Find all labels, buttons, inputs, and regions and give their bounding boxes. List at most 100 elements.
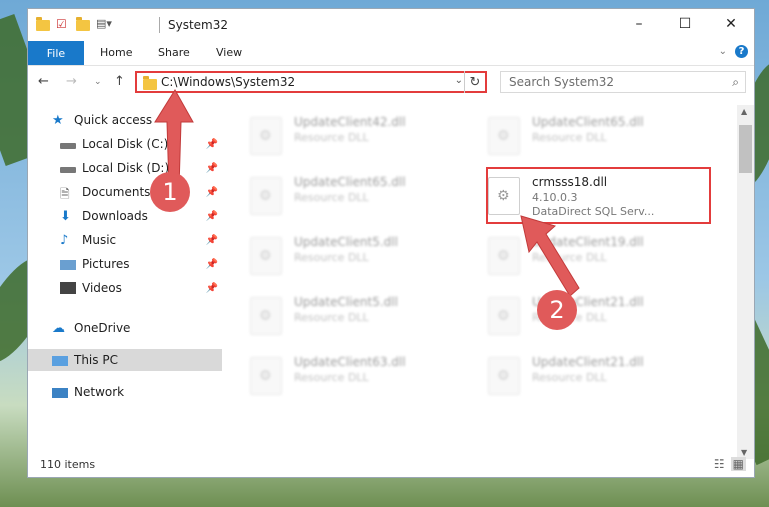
pin-icon: 📌 [205, 258, 218, 270]
address-path[interactable]: C:\Windows\System32 [161, 75, 295, 89]
file-name: UpdateClient65.dll [294, 175, 406, 189]
pin-icon: 📌 [205, 186, 218, 198]
file-type: Resource DLL [294, 371, 369, 384]
file-name: UpdateClient5.dll [294, 295, 398, 309]
file-type: Resource DLL [294, 191, 369, 204]
dll-file-icon [250, 297, 282, 335]
sidebar-item-network[interactable]: Network [28, 381, 222, 403]
window-controls: – ☐ ✕ [616, 9, 754, 39]
minimize-button[interactable]: – [616, 9, 662, 39]
file-item[interactable]: UpdateClient65.dll Resource DLL [488, 111, 708, 159]
pin-icon: 📌 [205, 282, 218, 294]
file-item[interactable]: UpdateClient65.dll Resource DLL [250, 171, 470, 219]
dll-file-icon [488, 117, 520, 155]
navigation-bar: ← → ⌄ ↑ C:\Windows\System32 ⌄ ↻ Search S… [28, 67, 754, 97]
drive-icon [60, 167, 76, 173]
sidebar-item-label: Quick access [74, 113, 153, 127]
sidebar-item-label: Videos [82, 281, 122, 295]
status-bar: 110 items ☷ ▦ [28, 453, 754, 477]
computer-icon [52, 355, 68, 366]
dll-file-icon [250, 117, 282, 155]
expand-ribbon-icon[interactable]: ⌄ [719, 46, 727, 57]
file-item[interactable]: UpdateClient63.dll Resource DLL [250, 351, 470, 399]
sidebar-item-music[interactable]: ♪ Music 📌 [28, 229, 222, 251]
explorer-window: ☑ ▤▾ System32 – ☐ ✕ File Home Share View… [27, 8, 755, 478]
dll-file-icon [488, 297, 520, 335]
music-icon: ♪ [60, 233, 69, 248]
chevron-down-icon[interactable]: ⌄ [455, 75, 463, 86]
properties-icon[interactable]: ☑ [56, 17, 70, 31]
pin-icon: 📌 [205, 162, 218, 174]
new-folder-icon[interactable] [76, 16, 90, 31]
document-icon: 🗎 [60, 187, 70, 201]
maximize-button[interactable]: ☐ [662, 9, 708, 39]
file-item[interactable]: UpdateClient5.dll Resource DLL [250, 291, 470, 339]
details-view-icon[interactable]: ☷ [714, 457, 725, 471]
scrollbar-thumb[interactable] [739, 125, 752, 173]
large-icons-view-icon[interactable]: ▦ [730, 457, 746, 471]
file-name: UpdateClient63.dll [294, 355, 406, 369]
sidebar-item-label: Pictures [82, 257, 130, 271]
drive-icon [60, 143, 76, 149]
file-item[interactable]: UpdateClient21.dll Resource DLL [488, 351, 708, 399]
quick-access-toolbar: ☑ ▤▾ [36, 16, 112, 31]
item-count: 110 items [40, 458, 96, 471]
forward-arrow-icon[interactable]: → [66, 74, 77, 89]
file-type: Resource DLL [532, 131, 607, 144]
search-input[interactable]: Search System32 [509, 75, 614, 89]
close-button[interactable]: ✕ [708, 9, 754, 39]
dll-file-icon [250, 177, 282, 215]
title-bar: ☑ ▤▾ System32 – ☐ ✕ [28, 9, 754, 41]
sidebar-item-label: Documents [82, 185, 151, 199]
window-title: System32 [168, 18, 229, 32]
sidebar-item-this-pc[interactable]: This PC [28, 349, 222, 371]
tab-view[interactable]: View [216, 46, 242, 59]
ribbon-right-controls: ⌄ ? [719, 45, 748, 58]
file-name: UpdateClient5.dll [294, 235, 398, 249]
annotation-arrow-2 [520, 215, 580, 297]
view-switcher: ☷ ▦ [714, 457, 746, 471]
file-list: UpdateClient42.dll Resource DLL UpdateCl… [222, 105, 738, 455]
customize-toolbar-icon[interactable]: ▤▾ [96, 17, 112, 31]
vertical-scrollbar[interactable]: ▲ ▼ [737, 105, 754, 459]
download-icon: ⬇ [60, 209, 71, 224]
file-name: UpdateClient42.dll [294, 115, 406, 129]
file-type: Resource DLL [294, 251, 369, 264]
sidebar-item-onedrive[interactable]: ☁ OneDrive [28, 317, 222, 339]
file-type: Resource DLL [294, 131, 369, 144]
folder-icon[interactable] [36, 16, 50, 31]
sidebar-item-label: Network [74, 385, 125, 399]
pictures-icon [60, 260, 76, 270]
refresh-icon[interactable]: ↻ [464, 71, 485, 93]
sidebar-item-downloads[interactable]: ⬇ Downloads 📌 [28, 205, 222, 227]
search-icon[interactable]: ⌕ [732, 75, 739, 90]
sidebar-item-pictures[interactable]: Pictures 📌 [28, 253, 222, 275]
dll-file-icon [250, 357, 282, 395]
pin-icon: 📌 [205, 138, 218, 150]
tab-home[interactable]: Home [100, 46, 132, 59]
dll-file-icon [488, 357, 520, 395]
sidebar-item-label: This PC [74, 353, 118, 367]
cloud-icon: ☁ [52, 321, 65, 336]
tab-file[interactable]: File [28, 41, 84, 65]
file-name: UpdateClient21.dll [532, 355, 644, 369]
back-arrow-icon[interactable]: ← [38, 74, 49, 89]
recent-locations-icon[interactable]: ⌄ [94, 77, 102, 87]
dll-file-icon [250, 237, 282, 275]
file-item[interactable]: UpdateClient42.dll Resource DLL [250, 111, 470, 159]
file-item[interactable]: UpdateClient5.dll Resource DLL [250, 231, 470, 279]
step-badge-1: 1 [150, 172, 190, 212]
search-box[interactable]: Search System32 ⌕ [500, 71, 746, 93]
help-icon[interactable]: ? [735, 45, 748, 58]
sidebar-item-label: OneDrive [74, 321, 131, 335]
pin-icon: 📌 [205, 234, 218, 246]
tab-share[interactable]: Share [158, 46, 190, 59]
video-icon [60, 282, 76, 294]
pin-icon: 📌 [205, 210, 218, 222]
sidebar-item-videos[interactable]: Videos 📌 [28, 277, 222, 299]
up-arrow-icon[interactable]: ↑ [114, 74, 125, 89]
network-icon [52, 387, 68, 398]
sidebar-item-label: Downloads [82, 209, 148, 223]
file-type: Resource DLL [532, 371, 607, 384]
scroll-up-icon[interactable]: ▲ [741, 107, 747, 116]
